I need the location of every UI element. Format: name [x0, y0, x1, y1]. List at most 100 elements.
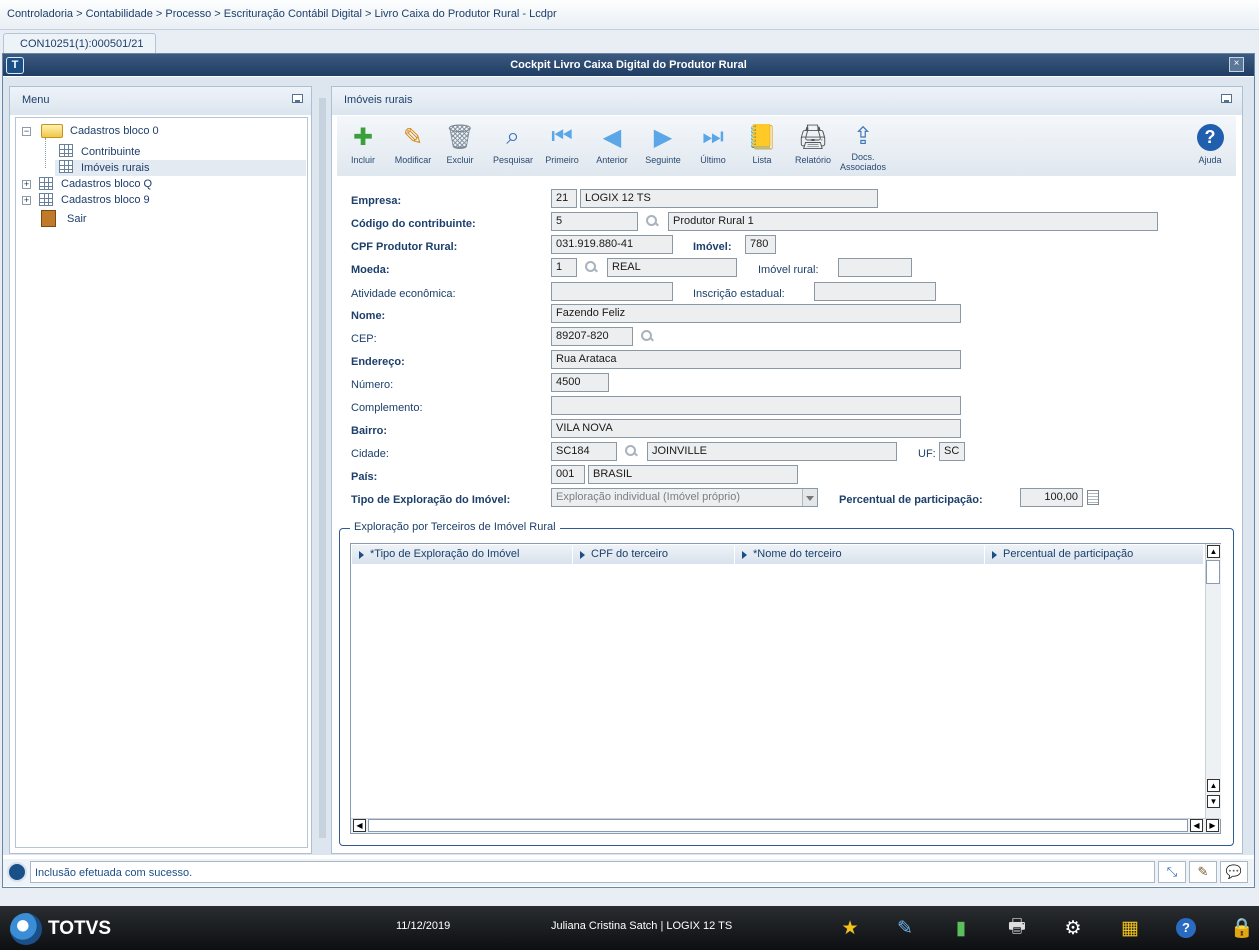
tree-item-cadastros-bloco-0[interactable]: Cadastros bloco 0	[70, 125, 159, 137]
scroll-up-icon[interactable]: ▲	[1207, 545, 1220, 558]
complemento-field[interactable]	[551, 396, 961, 415]
program-tab[interactable]: CON10251(1):000501/21	[3, 33, 156, 53]
label-atividade-economica: Atividade econômica:	[351, 288, 456, 300]
menu-minimize-button[interactable]	[292, 94, 303, 103]
collapse-icon[interactable]: −	[22, 127, 31, 136]
tree-line	[45, 138, 46, 168]
contribuinte-code-field[interactable]: 5	[551, 212, 638, 231]
tree-item-contribuinte[interactable]: Contribuinte	[81, 146, 140, 158]
incluir-button[interactable]: ✚ Incluir	[337, 120, 389, 176]
chevron-down-icon[interactable]	[802, 489, 817, 506]
scroll-up-icon[interactable]: ▲	[1207, 779, 1220, 792]
printer-icon[interactable]: 🖶	[1005, 916, 1029, 940]
moeda-code-field[interactable]: 1	[551, 258, 577, 277]
window-title: Cockpit Livro Caixa Digital do Produtor …	[3, 54, 1254, 76]
brand: TOTVS	[48, 918, 111, 939]
label-percentual: Percentual de participação:	[839, 494, 983, 506]
close-button[interactable]: ×	[1229, 57, 1244, 72]
ultimo-button[interactable]: ⏭ Último	[687, 120, 739, 176]
label-endereco: Endereço:	[351, 356, 405, 368]
breadcrumb-bar: Controladoria > Contabilidade > Processo…	[0, 0, 1259, 30]
gear-icon[interactable]: ⚙	[1061, 916, 1085, 940]
column-header-tipo[interactable]: *Tipo de Exploração do Imóvel	[352, 545, 573, 564]
modificar-button[interactable]: ✎ Modificar	[387, 120, 439, 176]
content-header: Imóveis rurais	[332, 87, 1242, 115]
cidade-code-field[interactable]: SC184	[551, 442, 617, 461]
label-complemento: Complemento:	[351, 402, 423, 414]
moeda-name-field: REAL	[607, 258, 737, 277]
last-icon: ⏭	[702, 123, 724, 150]
label-inscricao-estadual: Inscrição estadual:	[693, 288, 785, 300]
report-icon[interactable]: ▦	[1118, 916, 1142, 940]
tipo-exploracao-select[interactable]: Exploração individual (Imóvel próprio)	[551, 488, 818, 507]
label-bairro: Bairro:	[351, 425, 388, 437]
pesquisar-button[interactable]: ⌕ Pesquisar	[487, 120, 539, 176]
expand-icon[interactable]: ⤡	[1158, 861, 1186, 883]
empresa-code-field[interactable]: 21	[551, 189, 577, 208]
hscroll-thumb[interactable]	[368, 819, 1188, 832]
menu-title: Menu	[22, 94, 50, 106]
search-icon[interactable]	[624, 444, 638, 458]
cube-icon[interactable]: ▮	[949, 916, 973, 940]
splitter[interactable]	[319, 98, 326, 838]
scroll-thumb[interactable]	[1206, 560, 1220, 584]
menu-tree	[15, 117, 308, 848]
ajuda-button[interactable]: ? Ajuda	[1184, 120, 1236, 176]
lock-icon[interactable]: 🔒	[1230, 916, 1254, 940]
column-header-cpf[interactable]: CPF do terceiro	[573, 545, 735, 564]
help-icon: ?	[1195, 122, 1225, 152]
edit-icon[interactable]: ✎	[893, 916, 917, 940]
delete-icon: 🗑	[444, 123, 476, 151]
anterior-button[interactable]: ◀ Anterior	[586, 120, 638, 176]
atividade-field[interactable]	[551, 282, 673, 301]
imovel-field[interactable]: 780	[745, 235, 776, 254]
help-icon[interactable]: ?	[1174, 916, 1198, 940]
label-imovel-rural: Imóvel rural:	[758, 264, 819, 276]
primeiro-button[interactable]: ⏮ Primeiro	[536, 120, 588, 176]
docs-associados-button[interactable]: ⇪ Docs. Associados	[837, 120, 889, 176]
cidade-name-field: JOINVILLE	[647, 442, 897, 461]
breadcrumb[interactable]: Controladoria > Contabilidade > Processo…	[7, 8, 557, 20]
scroll-down-icon[interactable]: ▼	[1207, 795, 1220, 808]
excluir-button[interactable]: 🗑 Excluir	[434, 120, 486, 176]
totvs-status-icon	[7, 862, 27, 882]
calculator-icon[interactable]	[1087, 490, 1099, 505]
tree-item-imoveis-rurais[interactable]: Imóveis rurais	[81, 162, 149, 174]
scroll-left-icon[interactable]: ◀	[353, 819, 366, 832]
content-minimize-button[interactable]	[1221, 94, 1232, 103]
label-codigo-contribuinte: Código do contribuinte:	[351, 218, 476, 230]
label-cpf: CPF Produtor Rural:	[351, 241, 458, 253]
expand-icon[interactable]: +	[22, 196, 31, 205]
lista-button[interactable]: 📒 Lista	[736, 120, 788, 176]
tree-item-sair[interactable]: Sair	[67, 213, 87, 225]
scroll-right-icon[interactable]: ▶	[1206, 819, 1219, 832]
label-moeda: Moeda:	[351, 264, 390, 276]
tools-icon[interactable]: ✎	[1189, 861, 1217, 883]
vertical-scrollbar[interactable]	[1205, 544, 1221, 819]
favorites-icon[interactable]: ★	[838, 916, 862, 940]
totvs-logo-icon	[10, 913, 42, 945]
search-icon[interactable]	[640, 329, 654, 343]
cep-field[interactable]: 89207-820	[551, 327, 633, 346]
search-icon[interactable]	[584, 260, 598, 274]
tree-item-cadastros-bloco-9[interactable]: Cadastros bloco 9	[61, 194, 150, 206]
pais-code-field[interactable]: 001	[551, 465, 585, 484]
scroll-left-icon[interactable]: ◀	[1190, 819, 1203, 832]
cpf-field[interactable]: 031.919.880-41	[551, 235, 673, 254]
bairro-field[interactable]: VILA NOVA	[551, 419, 961, 438]
seguinte-button[interactable]: ▶ Seguinte	[637, 120, 689, 176]
edit-icon: ✎	[402, 123, 424, 151]
nome-field[interactable]: Fazendo Feliz	[551, 304, 961, 323]
relatorio-button[interactable]: 🖨 Relatório	[787, 120, 839, 176]
chat-icon[interactable]: 💬	[1220, 861, 1248, 883]
tree-item-cadastros-bloco-q[interactable]: Cadastros bloco Q	[61, 178, 152, 190]
search-icon[interactable]	[645, 214, 659, 228]
expand-icon[interactable]: +	[22, 180, 31, 189]
percentual-field[interactable]: 100,00	[1020, 488, 1083, 507]
numero-field[interactable]: 4500	[551, 373, 609, 392]
pais-name-field: BRASIL	[588, 465, 798, 484]
inscricao-field[interactable]	[814, 282, 936, 301]
column-header-nome[interactable]: *Nome do terceiro	[735, 545, 985, 564]
column-header-percentual[interactable]: Percentual de participação	[985, 545, 1204, 564]
endereco-field[interactable]: Rua Arataca	[551, 350, 961, 369]
